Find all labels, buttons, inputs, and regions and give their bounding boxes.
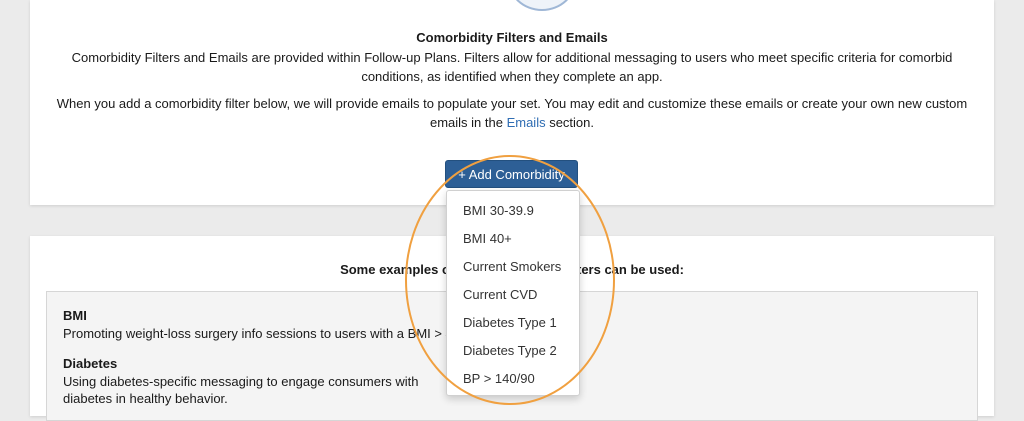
page-title: Comorbidity Filters and Emails (416, 30, 608, 45)
example-text: Using diabetes-specific messaging to eng… (63, 374, 419, 406)
dropdown-item-bmi-40-plus[interactable]: BMI 40+ (447, 225, 579, 253)
emails-link[interactable]: Emails (507, 115, 546, 130)
dropdown-item-current-cvd[interactable]: Current CVD (447, 281, 579, 309)
intro-paragraph: Comorbidity Filters and Emails are provi… (71, 50, 953, 84)
filter-paragraph: When you add a comorbidity filter below,… (50, 94, 974, 132)
dropdown-item-current-smokers[interactable]: Current Smokers (447, 253, 579, 281)
header-image (507, 0, 577, 11)
dropdown-item-diabetes-type-1[interactable]: Diabetes Type 1 (447, 309, 579, 337)
dropdown-item-bp-over-140-90[interactable]: BP > 140/90 (447, 365, 579, 393)
comorbidity-dropdown-menu: BMI 30-39.9 BMI 40+ Current Smokers Curr… (446, 190, 580, 396)
example-title: Diabetes (63, 356, 118, 371)
filter-paragraph-text-end: section. (545, 115, 595, 130)
dropdown-item-bmi-30-39-9[interactable]: BMI 30-39.9 (447, 197, 579, 225)
add-comorbidity-button[interactable]: + Add Comorbidity (445, 160, 578, 188)
example-title: BMI (63, 308, 87, 323)
dropdown-item-diabetes-type-2[interactable]: Diabetes Type 2 (447, 337, 579, 365)
